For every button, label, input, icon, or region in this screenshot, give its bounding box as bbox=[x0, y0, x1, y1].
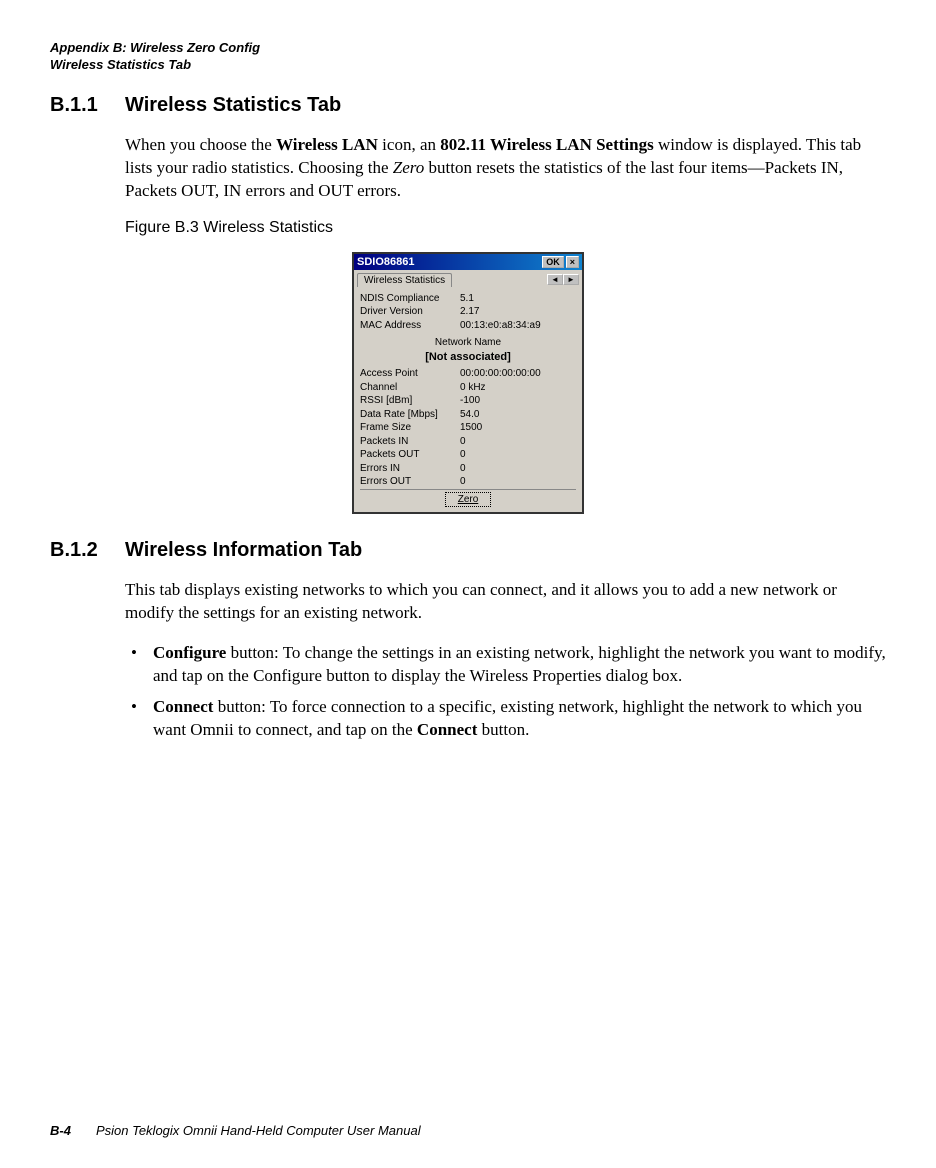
bullet-list: Configure button: To change the settings… bbox=[125, 642, 886, 742]
stat-value: 00:13:e0:a8:34:a9 bbox=[460, 319, 576, 333]
list-item: Connect button: To force connection to a… bbox=[125, 696, 886, 742]
stat-label: RSSI [dBm] bbox=[360, 394, 460, 408]
tab-wireless-statistics[interactable]: Wireless Statistics bbox=[357, 273, 452, 287]
section-title: Wireless Information Tab bbox=[125, 539, 362, 561]
wireless-stats-window: SDIO86861 OK × Wireless Statistics ◄ ► N… bbox=[352, 252, 584, 515]
stat-row: RSSI [dBm]-100 bbox=[360, 394, 576, 408]
stat-label: Channel bbox=[360, 381, 460, 395]
window-title: SDIO86861 bbox=[357, 256, 540, 268]
stats-panel: NDIS Compliance5.1Driver Version2.17MAC … bbox=[354, 287, 582, 513]
section-title: Wireless Statistics Tab bbox=[125, 94, 341, 116]
stat-row: Access Point00:00:00:00:00:00 bbox=[360, 367, 576, 381]
stat-row: Errors OUT0 bbox=[360, 475, 576, 489]
section-number: B.1.1 bbox=[50, 94, 125, 117]
zero-button[interactable]: Zero bbox=[445, 492, 492, 508]
stat-value: 54.0 bbox=[460, 408, 576, 422]
section-b11-heading: B.1.1Wireless Statistics Tab bbox=[50, 94, 886, 117]
section-b12-heading: B.1.2Wireless Information Tab bbox=[50, 539, 886, 562]
stat-value: 0 kHz bbox=[460, 381, 576, 395]
stat-value: 5.1 bbox=[460, 292, 576, 306]
stat-row: Channel0 kHz bbox=[360, 381, 576, 395]
stat-row: Driver Version2.17 bbox=[360, 305, 576, 319]
stat-row: Errors IN0 bbox=[360, 462, 576, 476]
tab-scroll-left-icon[interactable]: ◄ bbox=[547, 274, 563, 285]
stat-value: 1500 bbox=[460, 421, 576, 435]
tab-scroll-controls: ◄ ► bbox=[547, 274, 579, 285]
section1-paragraph: When you choose the Wireless LAN icon, a… bbox=[125, 134, 886, 203]
network-name-label: Network Name bbox=[360, 336, 576, 350]
tab-scroll-right-icon[interactable]: ► bbox=[563, 274, 579, 285]
ok-button[interactable]: OK bbox=[542, 256, 564, 268]
stat-row: Frame Size1500 bbox=[360, 421, 576, 435]
screenshot-figure: SDIO86861 OK × Wireless Statistics ◄ ► N… bbox=[50, 252, 886, 515]
window-titlebar: SDIO86861 OK × bbox=[354, 254, 582, 270]
header-line2: Wireless Statistics Tab bbox=[50, 57, 886, 74]
stat-label: Errors OUT bbox=[360, 475, 460, 489]
tab-strip: Wireless Statistics ◄ ► bbox=[354, 270, 582, 287]
page-number: B-4 bbox=[50, 1123, 71, 1138]
stat-label: Packets OUT bbox=[360, 448, 460, 462]
stat-value: 0 bbox=[460, 448, 576, 462]
stat-row: Packets IN0 bbox=[360, 435, 576, 449]
stat-label: Access Point bbox=[360, 367, 460, 381]
figure-caption: Figure B.3 Wireless Statistics bbox=[125, 219, 886, 237]
section2-paragraph: This tab displays existing networks to w… bbox=[125, 579, 886, 625]
stat-label: Driver Version bbox=[360, 305, 460, 319]
stat-label: Errors IN bbox=[360, 462, 460, 476]
section-number: B.1.2 bbox=[50, 539, 125, 562]
list-item: Configure button: To change the settings… bbox=[125, 642, 886, 688]
network-status: [Not associated] bbox=[360, 350, 576, 365]
page-footer: B-4 Psion Teklogix Omnii Hand-Held Comput… bbox=[50, 1123, 421, 1138]
stat-value: 0 bbox=[460, 475, 576, 489]
stat-row: NDIS Compliance5.1 bbox=[360, 292, 576, 306]
stat-row: Packets OUT0 bbox=[360, 448, 576, 462]
stat-row: MAC Address00:13:e0:a8:34:a9 bbox=[360, 319, 576, 333]
stat-value: 00:00:00:00:00:00 bbox=[460, 367, 576, 381]
stat-label: NDIS Compliance bbox=[360, 292, 460, 306]
zero-button-row: Zero bbox=[360, 489, 576, 508]
header-line1: Appendix B: Wireless Zero Config bbox=[50, 40, 886, 57]
close-button[interactable]: × bbox=[566, 256, 579, 268]
stat-label: Frame Size bbox=[360, 421, 460, 435]
stat-value: -100 bbox=[460, 394, 576, 408]
stat-row: Data Rate [Mbps]54.0 bbox=[360, 408, 576, 422]
stat-value: 0 bbox=[460, 462, 576, 476]
stat-value: 2.17 bbox=[460, 305, 576, 319]
stat-label: Packets IN bbox=[360, 435, 460, 449]
stat-label: Data Rate [Mbps] bbox=[360, 408, 460, 422]
footer-text: Psion Teklogix Omnii Hand-Held Computer … bbox=[96, 1123, 421, 1138]
stat-value: 0 bbox=[460, 435, 576, 449]
page-header: Appendix B: Wireless Zero Config Wireles… bbox=[50, 40, 886, 74]
stat-label: MAC Address bbox=[360, 319, 460, 333]
